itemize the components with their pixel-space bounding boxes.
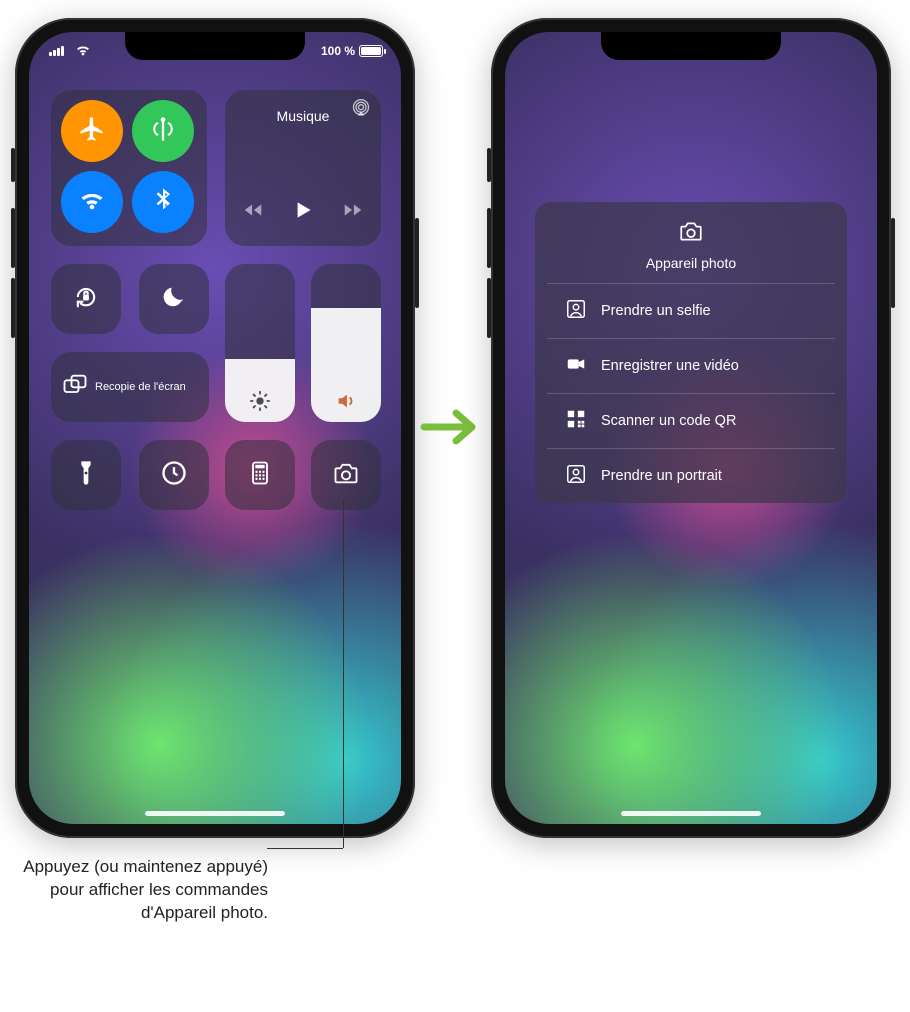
forward-button[interactable]	[342, 199, 364, 226]
timer-icon	[160, 459, 188, 492]
wifi-status-icon	[75, 42, 91, 61]
notch	[601, 32, 781, 60]
camera-icon	[332, 459, 360, 492]
battery-icon	[359, 45, 383, 57]
video-icon	[565, 353, 587, 379]
camera-action-label: Scanner un code QR	[601, 413, 736, 429]
flashlight-button[interactable]	[51, 440, 121, 510]
callout-leader-line	[343, 500, 344, 848]
media-module[interactable]: Musique	[225, 90, 381, 246]
bluetooth-icon	[149, 186, 177, 219]
callout-leader-tick	[267, 848, 343, 849]
transition-arrow-icon	[420, 405, 480, 454]
wifi-icon	[78, 186, 106, 219]
volume-slider[interactable]	[311, 264, 381, 422]
camera-icon	[678, 231, 704, 248]
screen-control-center: 100 %	[29, 32, 401, 824]
iphone-mock-left: 100 %	[15, 18, 415, 838]
screen-mirror-icon	[61, 371, 89, 404]
camera-action-label: Prendre un selfie	[601, 303, 711, 319]
camera-quick-actions-panel: Appareil photo Prendre un selfie Enregis…	[535, 202, 847, 503]
home-indicator[interactable]	[145, 811, 285, 816]
moon-icon	[160, 283, 188, 316]
camera-action-label: Enregistrer une vidéo	[601, 358, 739, 374]
wifi-toggle[interactable]	[61, 171, 123, 233]
callout-text: Appuyez (ou maintenez appuyé) pour affic…	[20, 856, 268, 925]
connectivity-module[interactable]	[51, 90, 207, 246]
portrait-icon	[565, 463, 587, 489]
volume-icon	[311, 390, 381, 412]
selfie-icon	[565, 298, 587, 324]
notch	[125, 32, 305, 60]
do-not-disturb-toggle[interactable]	[139, 264, 209, 334]
home-indicator[interactable]	[621, 811, 761, 816]
screen-mirror-label: Recopie de l'écran	[95, 381, 186, 394]
timer-button[interactable]	[139, 440, 209, 510]
camera-action-selfie[interactable]: Prendre un selfie	[547, 283, 835, 338]
airplane-icon	[78, 115, 106, 148]
qr-icon	[565, 408, 587, 434]
camera-action-portrait[interactable]: Prendre un portrait	[547, 448, 835, 503]
orientation-lock-toggle[interactable]	[51, 264, 121, 334]
cellular-signal-icon	[49, 46, 64, 56]
cellular-data-toggle[interactable]	[132, 100, 194, 162]
camera-action-qr[interactable]: Scanner un code QR	[547, 393, 835, 448]
bluetooth-toggle[interactable]	[132, 171, 194, 233]
screen-camera-menu: Appareil photo Prendre un selfie Enregis…	[505, 32, 877, 824]
airplane-mode-toggle[interactable]	[61, 100, 123, 162]
camera-button[interactable]	[311, 440, 381, 510]
camera-menu-title: Appareil photo	[535, 255, 847, 271]
flashlight-icon	[72, 459, 100, 492]
media-title: Musique	[225, 108, 381, 124]
play-button[interactable]	[290, 197, 316, 228]
rewind-button[interactable]	[242, 199, 264, 226]
cellular-antenna-icon	[149, 115, 177, 148]
camera-action-video[interactable]: Enregistrer une vidéo	[547, 338, 835, 393]
orientation-lock-icon	[72, 283, 100, 316]
calculator-button[interactable]	[225, 440, 295, 510]
calculator-icon	[246, 459, 274, 492]
iphone-mock-right: Appareil photo Prendre un selfie Enregis…	[491, 18, 891, 838]
brightness-icon	[225, 390, 295, 412]
camera-action-label: Prendre un portrait	[601, 468, 722, 484]
screen-mirroring-button[interactable]: Recopie de l'écran	[51, 352, 209, 422]
brightness-slider[interactable]	[225, 264, 295, 422]
battery-percent: 100 %	[321, 44, 355, 58]
